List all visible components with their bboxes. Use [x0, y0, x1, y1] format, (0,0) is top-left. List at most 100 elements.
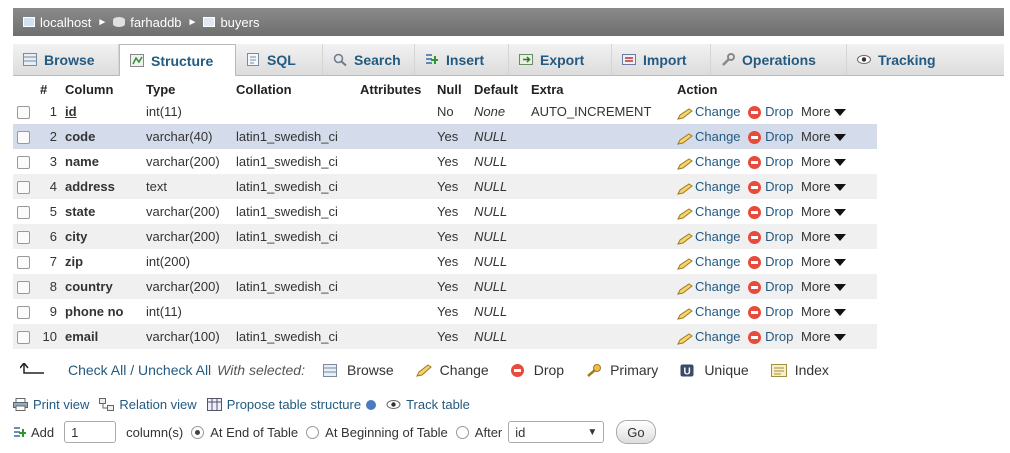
more-label[interactable]: More	[801, 254, 831, 269]
breadcrumb-database[interactable]: farhaddb	[113, 15, 182, 30]
more-label[interactable]: More	[801, 279, 831, 294]
bulk-change-button[interactable]: Change	[415, 362, 489, 378]
at-end-label[interactable]: At End of Table	[210, 425, 298, 440]
drop-label[interactable]: Drop	[765, 129, 793, 144]
row-column-name[interactable]: zip	[61, 249, 142, 274]
change-action[interactable]: Change	[677, 129, 741, 145]
more-action[interactable]: More	[801, 104, 846, 119]
row-column-name[interactable]: id	[61, 99, 142, 124]
more-action[interactable]: More	[801, 129, 846, 144]
column-count-input[interactable]: 1	[64, 421, 117, 443]
tab-tracking-label[interactable]: Tracking	[878, 52, 936, 68]
more-label[interactable]: More	[801, 329, 831, 344]
tab-tracking[interactable]: Tracking	[847, 44, 953, 75]
row-column-name[interactable]: state	[61, 199, 142, 224]
change-action[interactable]: Change	[677, 154, 741, 170]
row-column-name[interactable]: phone no	[61, 299, 142, 324]
change-action[interactable]: Change	[677, 254, 741, 270]
table-row[interactable]: 3 name varchar(200) latin1_swedish_ci Yes NUL…	[13, 149, 877, 174]
more-label[interactable]: More	[801, 129, 831, 144]
checkbox[interactable]	[17, 131, 30, 145]
propose-structure-label[interactable]: Propose table structure	[227, 397, 361, 412]
table-row[interactable]: 8 country varchar(200) latin1_swedish_ci Yes…	[13, 274, 877, 299]
change-action[interactable]: Change	[677, 304, 741, 320]
bulk-browse-button[interactable]: Browse	[322, 362, 394, 378]
bulk-change-label[interactable]: Change	[440, 362, 489, 378]
drop-label[interactable]: Drop	[765, 104, 793, 119]
drop-action[interactable]: Drop	[748, 129, 793, 145]
more-action[interactable]: More	[801, 254, 846, 269]
bulk-drop-button[interactable]: Drop	[510, 362, 564, 378]
bulk-primary-label[interactable]: Primary	[610, 362, 658, 378]
check-all-link[interactable]: Check All / Uncheck All	[68, 362, 211, 378]
tab-browse-label[interactable]: Browse	[44, 52, 95, 68]
checkbox[interactable]	[17, 306, 30, 320]
track-table-link[interactable]: Track table	[386, 397, 470, 412]
table-row[interactable]: 1 id int(11) No None AUTO_INCREMENT Change Dro…	[13, 99, 877, 124]
table-row[interactable]: 7 zip int(200) Yes NULL Change Drop More	[13, 249, 877, 274]
change-label[interactable]: Change	[695, 279, 741, 294]
change-label[interactable]: Change	[695, 229, 741, 244]
more-label[interactable]: More	[801, 204, 831, 219]
change-action[interactable]: Change	[677, 279, 741, 295]
drop-action[interactable]: Drop	[748, 104, 793, 120]
propose-structure-link[interactable]: Propose table structure	[206, 397, 377, 412]
more-label[interactable]: More	[801, 229, 831, 244]
row-checkbox[interactable]	[13, 299, 36, 324]
drop-label[interactable]: Drop	[765, 154, 793, 169]
row-checkbox[interactable]	[13, 249, 36, 274]
tab-export[interactable]: Export	[509, 44, 612, 75]
relation-view-label[interactable]: Relation view	[119, 397, 196, 412]
tab-insert[interactable]: Insert	[415, 44, 509, 75]
change-action[interactable]: Change	[677, 204, 741, 220]
tab-operations-label[interactable]: Operations	[742, 52, 816, 68]
row-column-name[interactable]: name	[61, 149, 142, 174]
tab-sql[interactable]: SQL	[236, 44, 323, 75]
drop-action[interactable]: Drop	[748, 179, 793, 195]
after-column-select[interactable]: id ▼	[508, 421, 605, 443]
breadcrumb-server-label[interactable]: localhost	[40, 15, 91, 30]
table-row[interactable]: 10 email varchar(100) latin1_swedish_ci Yes N…	[13, 324, 877, 349]
tab-structure-label[interactable]: Structure	[151, 53, 213, 69]
track-table-label[interactable]: Track table	[406, 397, 470, 412]
change-action[interactable]: Change	[677, 329, 741, 345]
bulk-drop-label[interactable]: Drop	[534, 362, 564, 378]
row-column-name[interactable]: country	[61, 274, 142, 299]
header-column[interactable]: Column	[61, 79, 142, 99]
more-action[interactable]: More	[801, 154, 846, 169]
table-row[interactable]: 5 state varchar(200) latin1_swedish_ci Yes NU…	[13, 199, 877, 224]
row-checkbox[interactable]	[13, 274, 36, 299]
tab-import-label[interactable]: Import	[643, 52, 687, 68]
table-row[interactable]: 9 phone no int(11) Yes NULL Change Drop More	[13, 299, 877, 324]
row-checkbox[interactable]	[13, 324, 36, 349]
change-action[interactable]: Change	[677, 104, 741, 120]
drop-label[interactable]: Drop	[765, 329, 793, 344]
row-checkbox[interactable]	[13, 224, 36, 249]
table-row[interactable]: 4 address text latin1_swedish_ci Yes NULL Chan…	[13, 174, 877, 199]
change-label[interactable]: Change	[695, 179, 741, 194]
change-label[interactable]: Change	[695, 254, 741, 269]
drop-label[interactable]: Drop	[765, 254, 793, 269]
breadcrumb-table[interactable]: buyers	[203, 15, 259, 30]
drop-label[interactable]: Drop	[765, 204, 793, 219]
drop-action[interactable]: Drop	[748, 154, 793, 170]
row-column-name[interactable]: code	[61, 124, 142, 149]
tab-browse[interactable]: Browse	[13, 44, 119, 75]
drop-action[interactable]: Drop	[748, 229, 793, 245]
after-label[interactable]: After	[475, 425, 502, 440]
drop-label[interactable]: Drop	[765, 229, 793, 244]
tab-operations[interactable]: Operations	[711, 44, 847, 75]
more-label[interactable]: More	[801, 104, 831, 119]
checkbox[interactable]	[17, 181, 30, 195]
more-action[interactable]: More	[801, 329, 846, 344]
breadcrumb-table-label[interactable]: buyers	[220, 15, 259, 30]
checkbox[interactable]	[17, 331, 30, 345]
checkbox[interactable]	[17, 231, 30, 245]
drop-action[interactable]: Drop	[748, 204, 793, 220]
change-label[interactable]: Change	[695, 129, 741, 144]
row-checkbox[interactable]	[13, 149, 36, 174]
bulk-unique-button[interactable]: U Unique	[680, 362, 749, 378]
tab-sql-label[interactable]: SQL	[267, 52, 296, 68]
bulk-index-label[interactable]: Index	[795, 362, 829, 378]
change-action[interactable]: Change	[677, 229, 741, 245]
